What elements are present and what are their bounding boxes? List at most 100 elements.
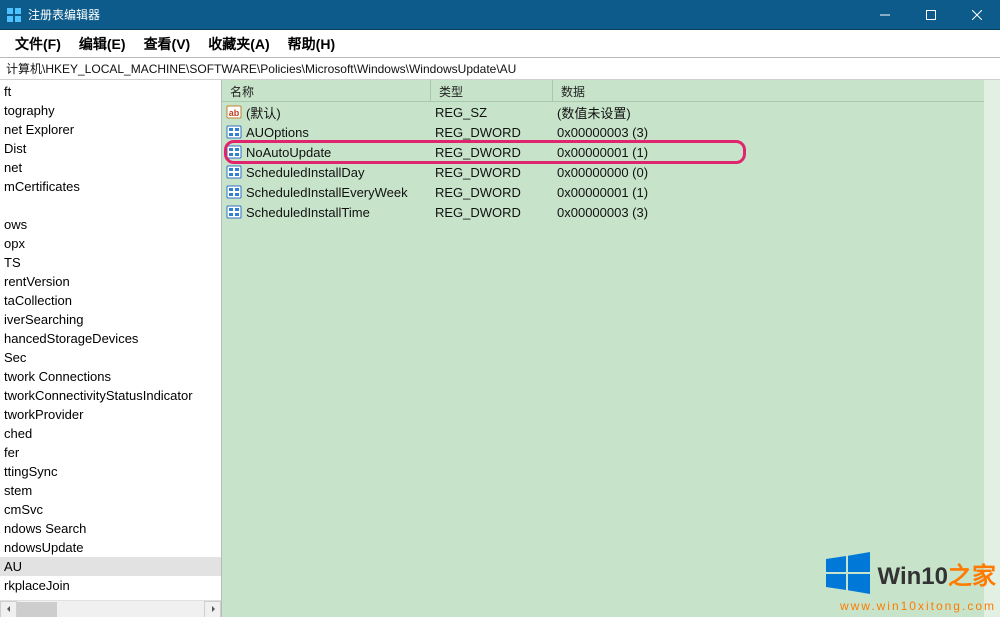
tree-item[interactable]: net bbox=[0, 158, 221, 177]
value-name: AUOptions bbox=[246, 125, 309, 140]
cell-name: AUOptions bbox=[222, 124, 431, 140]
tree-horizontal-scrollbar[interactable] bbox=[0, 600, 221, 617]
list-row[interactable]: ScheduledInstallTime REG_DWORD0x00000003 … bbox=[222, 202, 1000, 222]
tree-item[interactable]: opx bbox=[0, 234, 221, 253]
cell-name: ScheduledInstallEveryWeek bbox=[222, 184, 431, 200]
tree-item[interactable]: stem bbox=[0, 481, 221, 500]
cell-type: REG_DWORD bbox=[431, 165, 553, 180]
window-title: 注册表编辑器 bbox=[28, 6, 100, 23]
scroll-thumb[interactable] bbox=[17, 602, 57, 617]
cell-type: REG_DWORD bbox=[431, 205, 553, 220]
tree-item[interactable]: AU bbox=[0, 557, 221, 576]
reg-binary-icon bbox=[226, 184, 242, 200]
tree-item[interactable]: fer bbox=[0, 443, 221, 462]
cell-data: 0x00000001 (1) bbox=[553, 185, 1000, 200]
reg-binary-icon bbox=[226, 144, 242, 160]
reg-string-icon: ab bbox=[226, 104, 242, 120]
tree-item[interactable] bbox=[0, 196, 221, 215]
tree-item[interactable]: iverSearching bbox=[0, 310, 221, 329]
menu-file[interactable]: 文件(F) bbox=[6, 31, 70, 57]
scroll-left-arrow[interactable] bbox=[0, 601, 17, 617]
watermark-brand2: 之家 bbox=[948, 563, 996, 590]
cell-data: 0x00000003 (3) bbox=[553, 205, 1000, 220]
content-area: fttographynet ExplorerDistnetmCertificat… bbox=[0, 80, 1000, 617]
close-button[interactable] bbox=[954, 0, 1000, 30]
tree-item[interactable]: cmSvc bbox=[0, 500, 221, 519]
tree-list[interactable]: fttographynet ExplorerDistnetmCertificat… bbox=[0, 80, 221, 600]
app-regedit-icon bbox=[6, 7, 22, 23]
tree-item[interactable]: ows bbox=[0, 215, 221, 234]
cell-type: REG_SZ bbox=[431, 105, 553, 120]
tree-item[interactable]: ttingSync bbox=[0, 462, 221, 481]
tree-item[interactable]: net Explorer bbox=[0, 120, 221, 139]
cell-data: 0x00000001 (1) bbox=[553, 145, 1000, 160]
list-row[interactable]: NoAutoUpdate REG_DWORD0x00000001 (1) bbox=[222, 142, 1000, 162]
tree-item[interactable]: taCollection bbox=[0, 291, 221, 310]
menu-edit[interactable]: 编辑(E) bbox=[70, 31, 135, 57]
cell-data: 0x00000003 (3) bbox=[553, 125, 1000, 140]
tree-item[interactable]: mCertificates bbox=[0, 177, 221, 196]
list-header: 名称 类型 数据 bbox=[222, 80, 1000, 102]
tree-item[interactable]: ndowsUpdate bbox=[0, 538, 221, 557]
tree-item[interactable]: Dist bbox=[0, 139, 221, 158]
column-type[interactable]: 类型 bbox=[431, 80, 553, 101]
cell-name: ScheduledInstallDay bbox=[222, 164, 431, 180]
reg-binary-icon bbox=[226, 204, 242, 220]
cell-type: REG_DWORD bbox=[431, 145, 553, 160]
value-name: NoAutoUpdate bbox=[246, 145, 331, 160]
value-name: (默认) bbox=[246, 103, 281, 122]
list-row[interactable]: ScheduledInstallEveryWeek REG_DWORD0x0000… bbox=[222, 182, 1000, 202]
watermark-brand-text: Win10之家 bbox=[878, 556, 996, 591]
tree-item[interactable]: tography bbox=[0, 101, 221, 120]
value-name: ScheduledInstallDay bbox=[246, 165, 365, 180]
cell-type: REG_DWORD bbox=[431, 185, 553, 200]
menu-help[interactable]: 帮助(H) bbox=[279, 31, 344, 57]
tree-item[interactable]: Sec bbox=[0, 348, 221, 367]
list-row[interactable]: AUOptions REG_DWORD0x00000003 (3) bbox=[222, 122, 1000, 142]
list-body: ab(默认)REG_SZ(数值未设置)AUOptionsREG_DWORD0x0… bbox=[222, 102, 1000, 617]
watermark-brand1: Win10 bbox=[878, 563, 948, 590]
reg-binary-icon bbox=[226, 164, 242, 180]
tree-item[interactable]: ft bbox=[0, 82, 221, 101]
value-name: ScheduledInstallTime bbox=[246, 205, 370, 220]
titlebar: 注册表编辑器 bbox=[0, 0, 1000, 30]
watermark-url: www.win10xitong.com bbox=[840, 597, 996, 613]
tree-item[interactable]: ndows Search bbox=[0, 519, 221, 538]
watermark-brand: Win10之家 bbox=[824, 549, 996, 597]
cell-name: ab (默认) bbox=[222, 103, 431, 122]
address-text: 计算机\HKEY_LOCAL_MACHINE\SOFTWARE\Policies… bbox=[6, 60, 516, 77]
tree-item[interactable]: ched bbox=[0, 424, 221, 443]
tree-item[interactable]: tworkProvider bbox=[0, 405, 221, 424]
tree-item[interactable]: rkplaceJoin bbox=[0, 576, 221, 595]
windows-logo-icon bbox=[824, 549, 872, 597]
tree-item[interactable]: TS bbox=[0, 253, 221, 272]
list-pane: 名称 类型 数据 ab (默认) REG_SZ(数值未设置) AUOptions REG… bbox=[222, 80, 1000, 617]
cell-data: 0x00000000 (0) bbox=[553, 165, 1000, 180]
list-row[interactable]: ScheduledInstallDay REG_DWORD0x00000000 (… bbox=[222, 162, 1000, 182]
value-name: ScheduledInstallEveryWeek bbox=[246, 185, 408, 200]
svg-text:ab: ab bbox=[229, 108, 240, 118]
minimize-button[interactable] bbox=[862, 0, 908, 30]
menu-favorites[interactable]: 收藏夹(A) bbox=[199, 31, 278, 57]
tree-item[interactable]: hancedStorageDevices bbox=[0, 329, 221, 348]
menubar: 文件(F) 编辑(E) 查看(V) 收藏夹(A) 帮助(H) bbox=[0, 30, 1000, 58]
list-vertical-scrollbar[interactable] bbox=[984, 80, 1000, 617]
reg-binary-icon bbox=[226, 124, 242, 140]
maximize-button[interactable] bbox=[908, 0, 954, 30]
scroll-track[interactable] bbox=[17, 602, 204, 617]
watermark: Win10之家 www.win10xitong.com bbox=[824, 549, 996, 613]
list-row[interactable]: ab (默认) REG_SZ(数值未设置) bbox=[222, 102, 1000, 122]
tree-item[interactable]: tworkConnectivityStatusIndicator bbox=[0, 386, 221, 405]
menu-view[interactable]: 查看(V) bbox=[135, 31, 200, 57]
tree-item[interactable]: twork Connections bbox=[0, 367, 221, 386]
tree-item[interactable]: rentVersion bbox=[0, 272, 221, 291]
cell-name: ScheduledInstallTime bbox=[222, 204, 431, 220]
scroll-right-arrow[interactable] bbox=[204, 601, 221, 617]
cell-type: REG_DWORD bbox=[431, 125, 553, 140]
cell-data: (数值未设置) bbox=[553, 103, 1000, 122]
address-bar[interactable]: 计算机\HKEY_LOCAL_MACHINE\SOFTWARE\Policies… bbox=[0, 58, 1000, 80]
column-name[interactable]: 名称 bbox=[222, 80, 431, 101]
tree-pane: fttographynet ExplorerDistnetmCertificat… bbox=[0, 80, 222, 617]
column-data[interactable]: 数据 bbox=[553, 80, 1000, 101]
cell-name: NoAutoUpdate bbox=[222, 144, 431, 160]
